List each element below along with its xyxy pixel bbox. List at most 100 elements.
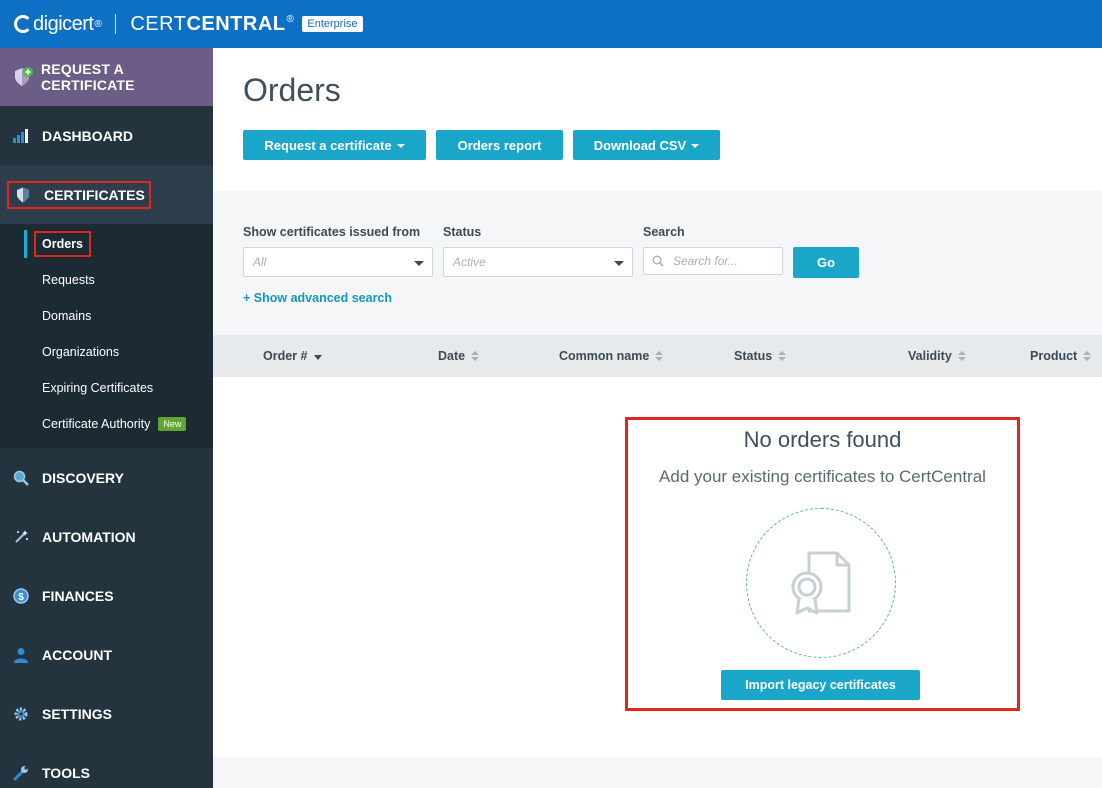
footer-band	[213, 757, 1102, 788]
sidebar-item-label: ACCOUNT	[42, 646, 112, 663]
column-common-name[interactable]: Common name	[559, 349, 664, 363]
main-content: Orders Request a certificate Orders repo…	[213, 48, 1102, 788]
certificates-subnav: Orders Requests Domains Organizations Ex…	[0, 224, 213, 448]
edition-badge: Enterprise	[302, 16, 363, 32]
empty-state-panel: No orders found Add your existing certif…	[625, 417, 1020, 711]
sort-icon	[957, 351, 966, 361]
sidebar-item-account[interactable]: ACCOUNT	[0, 625, 213, 684]
column-label: Date	[438, 349, 466, 363]
dollar-coin-icon: $	[13, 587, 29, 604]
product-name-bold: CENTRAL	[186, 12, 286, 35]
header-divider	[115, 14, 117, 34]
subnav-item-organizations[interactable]: Organizations	[0, 334, 213, 370]
subnav-item-certificate-authority[interactable]: Certificate Authority New	[0, 406, 213, 442]
request-certificate-nav[interactable]: REQUEST A CERTIFICATE	[0, 48, 213, 106]
status-select[interactable]: Active	[443, 247, 633, 277]
subnav-item-label: Certificate Authority	[42, 417, 151, 431]
go-button[interactable]: Go	[793, 247, 859, 278]
page-title: Orders	[243, 72, 341, 108]
magnifier-icon	[13, 470, 29, 486]
column-label: Status	[734, 349, 773, 363]
subnav-item-label: Requests	[42, 273, 95, 287]
sidebar-item-discovery[interactable]: DISCOVERY	[0, 448, 213, 507]
select-value: All	[253, 255, 267, 269]
subnav-item-orders[interactable]: Orders	[0, 226, 213, 262]
search-input[interactable]: Search for...	[643, 247, 783, 275]
sidebar-item-label: FINANCES	[42, 587, 114, 604]
new-badge: New	[158, 417, 187, 431]
download-csv-button[interactable]: Download CSV	[573, 130, 720, 160]
svg-text:$: $	[18, 592, 24, 603]
dropdown-arrow-icon	[414, 261, 424, 266]
show-advanced-search-link[interactable]: + Show advanced search	[243, 291, 392, 305]
digicert-logo[interactable]: digicert ®	[14, 12, 102, 36]
subnav-item-label: Organizations	[42, 345, 120, 359]
request-certificate-button[interactable]: Request a certificate	[243, 130, 426, 160]
product-reg: ®	[286, 13, 295, 25]
column-label: Validity	[908, 349, 952, 363]
sidebar-item-label: TOOLS	[42, 764, 90, 781]
sidebar-item-label: SETTINGS	[42, 705, 113, 722]
search-placeholder: Search for...	[673, 254, 738, 268]
sidebar-item-label: DISCOVERY	[42, 469, 124, 486]
certcentral-wordmark: CERTCENTRAL®	[130, 13, 294, 36]
subnav-item-domains[interactable]: Domains	[0, 298, 213, 334]
orders-report-button[interactable]: Orders report	[436, 130, 563, 160]
column-order-number[interactable]: Order #	[263, 349, 323, 363]
issued-from-label: Show certificates issued from	[243, 225, 421, 239]
subnav-item-label: Expiring Certificates	[42, 381, 154, 395]
column-validity[interactable]: Validity	[908, 349, 966, 363]
sidebar: REQUEST A CERTIFICATE DASHBOARD CERTIFIC…	[0, 48, 213, 788]
sort-icon	[778, 351, 787, 361]
status-label: Status	[443, 225, 482, 239]
sidebar-item-label: AUTOMATION	[42, 528, 136, 545]
button-label: Download CSV	[593, 137, 687, 153]
sidebar-item-tools[interactable]: TOOLS	[0, 743, 213, 788]
magic-wand-icon	[13, 529, 29, 545]
sidebar-item-label: CERTIFICATES	[44, 186, 145, 203]
digicert-logo-icon	[14, 15, 32, 33]
column-date[interactable]: Date	[438, 349, 480, 363]
logo-reg: ®	[94, 18, 102, 30]
sidebar-item-label: DASHBOARD	[42, 127, 133, 144]
certificate-illustration	[746, 508, 896, 658]
column-label: Common name	[559, 349, 650, 363]
column-status[interactable]: Status	[734, 349, 787, 363]
request-certificate-label: REQUEST A CERTIFICATE	[41, 61, 135, 93]
sort-icon	[471, 351, 480, 361]
column-product[interactable]: Product	[1030, 349, 1092, 363]
caret-down-icon	[691, 144, 700, 148]
sidebar-item-certificates[interactable]: CERTIFICATES	[0, 165, 213, 224]
sidebar-item-automation[interactable]: AUTOMATION	[0, 507, 213, 566]
column-label: Order #	[263, 349, 308, 363]
button-label: Request a certificate	[264, 137, 392, 153]
wrench-icon	[13, 765, 29, 781]
caret-down-icon	[396, 144, 405, 148]
certificates-highlight: CERTIFICATES	[7, 180, 151, 209]
subnav-item-label: Domains	[42, 309, 92, 323]
gear-icon	[13, 706, 29, 722]
sort-icon	[655, 351, 664, 361]
empty-state-title: No orders found	[743, 427, 902, 452]
empty-state-subtitle: Add your existing certificates to CertCe…	[659, 467, 986, 486]
certificate-document-icon	[785, 547, 857, 619]
search-icon	[652, 255, 664, 267]
issued-from-select[interactable]: All	[243, 247, 433, 277]
bar-chart-icon	[13, 128, 29, 144]
sidebar-item-finances[interactable]: $ FINANCES	[0, 566, 213, 625]
logo-text: digicert	[33, 12, 94, 35]
filter-panel: Show certificates issued from All Status…	[213, 191, 1102, 335]
search-label: Search	[643, 225, 685, 239]
top-bar: digicert ® CERTCENTRAL® Enterprise	[0, 0, 1102, 48]
product-name-thin: CERT	[130, 12, 187, 35]
sidebar-item-dashboard[interactable]: DASHBOARD	[0, 106, 213, 165]
subnav-item-requests[interactable]: Requests	[0, 262, 213, 298]
import-legacy-certificates-button[interactable]: Import legacy certificates	[721, 670, 920, 700]
select-value: Active	[453, 255, 486, 269]
orders-table-header: Order # Date Common name Status Validity…	[213, 335, 1102, 377]
sidebar-item-settings[interactable]: SETTINGS	[0, 684, 213, 743]
dropdown-arrow-icon	[614, 261, 624, 266]
sort-descending-icon	[314, 354, 323, 360]
subnav-item-expiring-certificates[interactable]: Expiring Certificates	[0, 370, 213, 406]
shield-icon	[15, 187, 31, 203]
